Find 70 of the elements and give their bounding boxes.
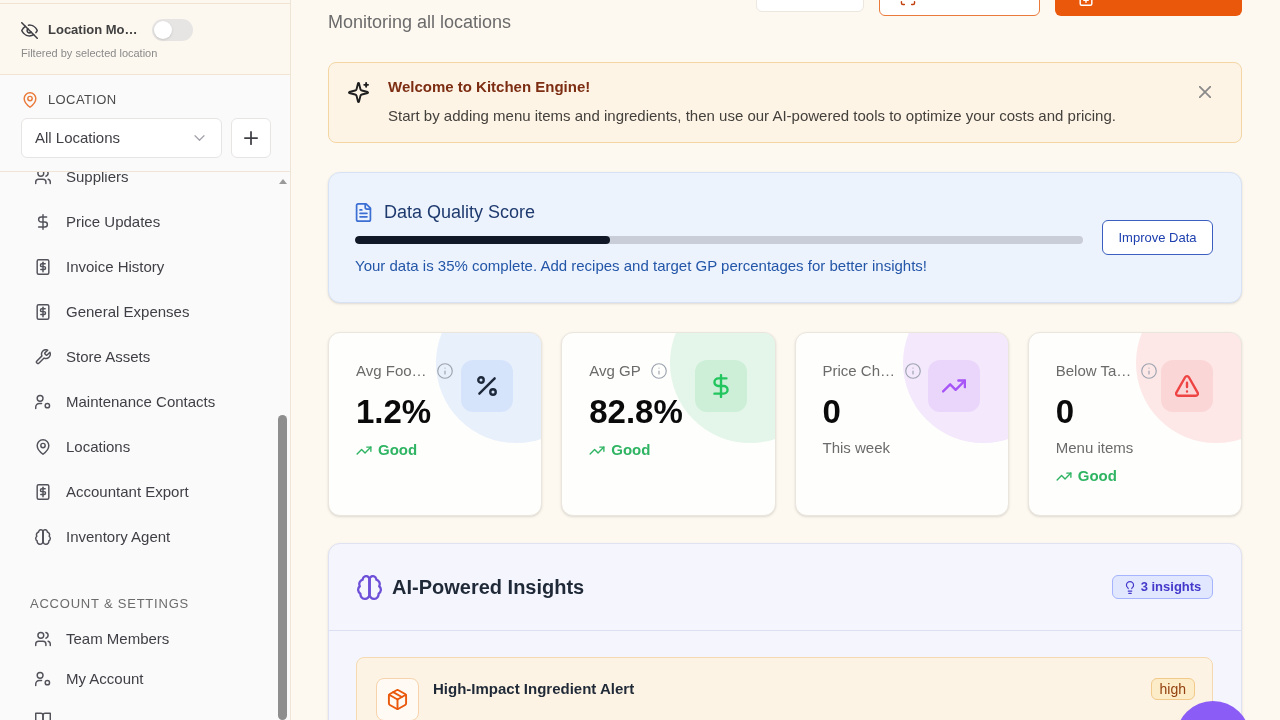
user-gear-icon [35,671,51,687]
brain-icon [357,574,382,600]
data-quality-text: Your data is 35% complete. Add recipes and target GP percentages for better insights! [355,255,928,276]
page-subtitle: Monitoring all locations [328,11,512,34]
document-icon [355,203,372,222]
insights-count: 3 insights [1140,578,1202,597]
info-icon [650,363,667,379]
receipt-icon [35,483,51,500]
priority-tag: high [1150,678,1195,700]
dollar-icon [35,213,51,230]
info-icon [905,363,922,379]
improve-data-button[interactable]: Improve Data [1102,220,1213,255]
trend-up-icon [1055,470,1072,482]
nav-item[interactable]: My Account [35,669,144,689]
map-pin-icon [35,438,51,455]
stat-value: 0 [822,392,842,432]
stat-caption: Menu items [1055,438,1135,458]
status-label: Good [611,439,651,460]
nav-item[interactable]: Price Updates [35,211,161,232]
location-mode-label: Location Mo… [48,21,138,40]
wrench-icon [35,348,51,365]
status-label: Good [378,439,418,460]
scrollbar-thumb[interactable] [278,415,287,720]
close-icon [1199,86,1211,98]
location-select[interactable]: All Locations [21,118,222,158]
stat-caption: This week [822,438,892,458]
nav-item[interactable]: Maintenance Contacts [35,391,216,412]
status-label: Good [1077,465,1117,486]
eye-off-icon [21,21,38,39]
sparkle-icon [348,82,369,103]
brain-icon [35,528,51,545]
stat-label: Price Ch… [822,360,896,381]
users-icon [35,631,51,647]
chevron-down-icon [194,135,205,141]
insight-title: High-Impact Ingredient Alert [433,679,635,699]
data-quality-title: Data Quality Score [384,201,536,224]
nav-item[interactable]: Accountant Export [35,481,189,502]
stat-value: 1.2% [356,392,433,432]
location-filter-caption: Filtered by selected location [21,46,159,60]
stat-value: 82.8% [589,392,684,432]
map-pin-icon [22,92,38,108]
stat-label: Avg GP [589,360,641,381]
nav-item[interactable]: Inventory Agent [35,526,171,547]
add-location-button[interactable] [231,118,271,158]
close-button[interactable] [1199,86,1211,98]
welcome-title: Welcome to Kitchen Engine! [388,77,592,97]
lightbulb-icon [1123,580,1136,594]
user-gear-icon [35,393,51,410]
scroll-up-icon[interactable] [278,179,287,184]
location-mode-toggle[interactable] [151,19,193,41]
trend-up-icon [356,444,372,456]
nav-item[interactable]: Store Assets [35,346,151,367]
plus-icon [244,131,258,145]
location-heading: LOCATION [48,91,117,110]
receipt-icon [35,303,51,320]
nav-item[interactable]: General Expenses [35,301,190,322]
insights-title: AI-Powered Insights [392,575,585,600]
nav-item[interactable]: Invoice History [35,256,165,277]
trend-up-icon [589,444,606,456]
section-heading: ACCOUNT & SETTINGS [30,595,189,614]
nav-item[interactable]: Locations [35,436,131,457]
welcome-text: Start by adding menu items and ingredients, then use our AI-powered tools to optimize your costs and pricing. [388,106,1117,126]
nav-item[interactable]: Team Members [35,629,170,649]
receipt-icon [35,258,51,275]
users-icon [35,172,51,185]
stat-label: Avg Foo… [356,360,427,381]
stat-value: 0 [1055,392,1076,432]
stat-label: Below Ta… [1055,360,1132,381]
info-icon [436,363,453,379]
info-icon [1141,363,1158,379]
